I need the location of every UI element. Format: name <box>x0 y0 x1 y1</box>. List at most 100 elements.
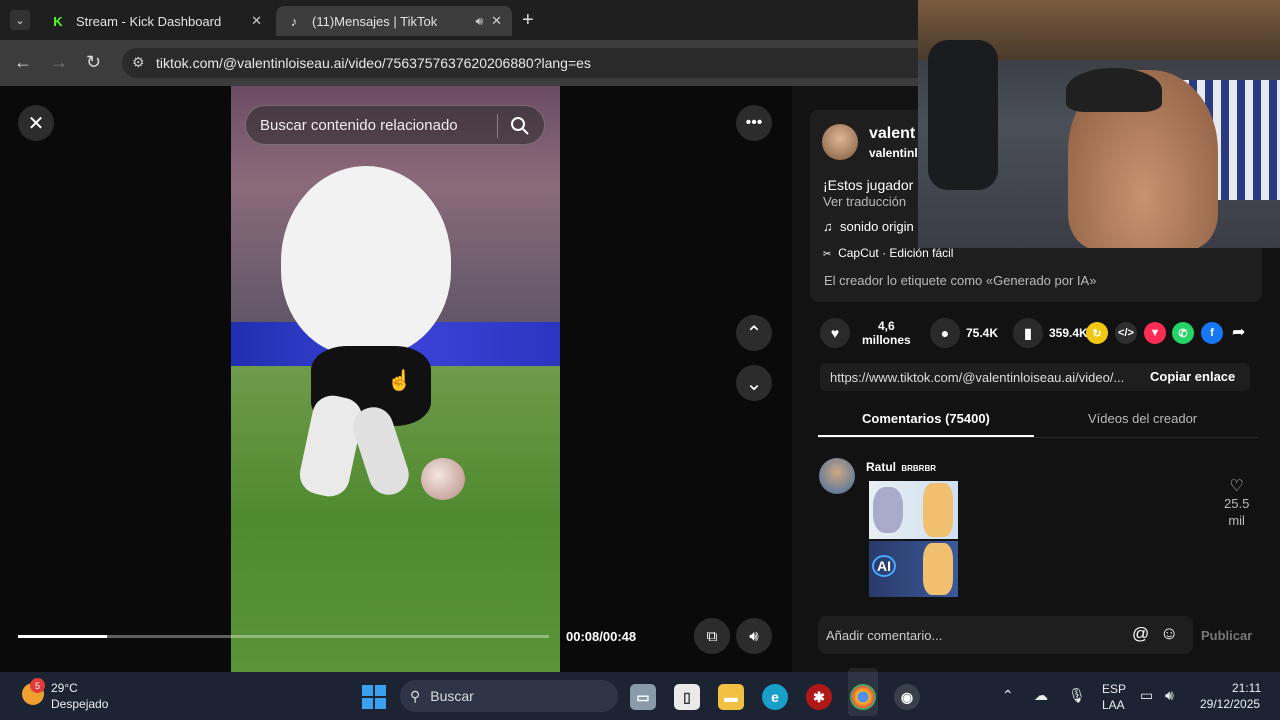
tab-search-icon[interactable]: ⌄ <box>10 10 30 30</box>
commenter-avatar[interactable] <box>819 458 855 494</box>
repost-icon[interactable]: ↻ <box>1086 322 1108 344</box>
sticker-fred <box>923 483 953 537</box>
sound-label: sonido origin <box>839 219 914 234</box>
forward-icon[interactable]: → <box>50 52 68 73</box>
network-icon[interactable]: ▭ <box>1140 687 1153 704</box>
like-count-line: 4,6 <box>878 319 895 333</box>
clock-date[interactable]: 29/12/2025 <box>1200 697 1260 711</box>
tab-title: (11)Mensajes | TikTok <box>312 13 438 29</box>
search-icon[interactable] <box>510 116 530 136</box>
tab-tiktok[interactable]: ♪ (11)Mensajes | TikTok 🔊︎ ✕ <box>276 6 512 36</box>
url-field[interactable]: ⚙ tiktok.com/@valentinloiseau.ai/video/7… <box>122 48 918 78</box>
tray-expand-icon[interactable]: ⌃ <box>1002 687 1014 704</box>
sound-link[interactable]: ♫ sonido origin <box>823 219 914 234</box>
comment-like-button[interactable]: ♡ 25.5 mil <box>1224 478 1249 529</box>
clock-time[interactable]: 21:11 <box>1232 681 1261 695</box>
app-red-icon[interactable]: ✱ <box>806 684 832 710</box>
language-line1[interactable]: ESP <box>1102 682 1126 696</box>
previous-video-button[interactable]: ⌃ <box>736 315 772 351</box>
url-text: tiktok.com/@valentinloiseau.ai/video/756… <box>156 55 591 71</box>
send-icon[interactable]: ▼ <box>1144 322 1166 344</box>
active-tab-indicator <box>818 435 1034 437</box>
edge-icon[interactable]: e <box>762 684 788 710</box>
whatsapp-icon[interactable]: ✆ <box>1172 322 1194 344</box>
author-name[interactable]: valent <box>869 125 915 143</box>
author-avatar[interactable] <box>822 124 858 160</box>
hand-cursor-icon: ☝ <box>387 370 412 392</box>
pip-icon: ⧉ <box>706 627 718 645</box>
post-caption: ¡Estos jugador <box>823 177 914 193</box>
share-arrow-icon[interactable]: ➦ <box>1232 322 1245 342</box>
tab-title: Stream - Kick Dashboard <box>76 13 222 29</box>
back-icon[interactable]: ← <box>14 52 32 73</box>
microphone-icon[interactable]: 🎙︎ <box>1068 687 1086 704</box>
webcam-coat <box>928 40 998 190</box>
sticker-fred <box>923 543 953 595</box>
video-time: 00:08/00:48 <box>566 629 637 644</box>
close-icon[interactable]: ✕ <box>491 13 502 29</box>
like-button[interactable]: ♥ 4,6 millones <box>820 316 911 350</box>
close-icon[interactable]: ✕ <box>251 13 262 29</box>
taskbar-search-label: Buscar <box>430 688 474 704</box>
emoji-icon[interactable]: ☺ <box>1160 623 1178 644</box>
add-comment-input[interactable]: Añadir comentario... @ ☺ <box>818 616 1193 654</box>
windows-start-icon[interactable] <box>362 685 386 709</box>
reload-icon[interactable]: ↻ <box>86 52 101 73</box>
related-search-input[interactable]: Buscar contenido relacionado <box>245 105 545 145</box>
comment-bubble-icon: ● <box>930 318 960 348</box>
capcut-icon: ✂ <box>823 249 832 260</box>
file-icon[interactable]: ▯ <box>674 684 700 710</box>
mention-icon[interactable]: @ <box>1132 624 1149 644</box>
video-link-field[interactable]: https://www.tiktok.com/@valentinloiseau.… <box>820 363 1250 391</box>
copy-link-button[interactable]: Copiar enlace <box>1150 369 1235 384</box>
language-line2[interactable]: LAA <box>1102 698 1125 712</box>
audio-playing-icon[interactable]: 🔊︎ <box>476 14 484 29</box>
file-explorer-icon[interactable]: ▬ <box>718 684 744 710</box>
floating-player-button[interactable]: ⧉ <box>694 618 730 654</box>
cloud-icon[interactable]: ☁ <box>1034 687 1048 704</box>
commenter-badge: BRBRBR <box>901 464 937 473</box>
comment-placeholder: Añadir comentario... <box>826 627 943 643</box>
capcut-link[interactable]: ✂ CapCut · Edición fácil <box>823 246 953 260</box>
weather-temp[interactable]: 29°C <box>51 681 78 695</box>
next-video-button[interactable]: ⌄ <box>736 365 772 401</box>
tab-kick[interactable]: K Stream - Kick Dashboard ✕ <box>40 6 272 36</box>
site-settings-icon[interactable]: ⚙ <box>132 54 145 71</box>
windows-start-tile <box>362 698 373 709</box>
volume-button[interactable]: 🔊︎ <box>736 618 772 654</box>
taskbar-search[interactable]: ⚲ Buscar <box>400 680 618 712</box>
obs-icon[interactable]: ◉ <box>894 684 920 710</box>
video-player-figure <box>281 166 451 356</box>
task-view-icon[interactable]: ▭ <box>630 684 656 710</box>
heart-icon: ♥ <box>820 318 850 348</box>
tab-comments[interactable]: Comentarios (75400) <box>862 411 990 426</box>
webcam-cap <box>1066 68 1162 112</box>
video-progress-fill <box>18 635 107 638</box>
comment-count: 75.4K <box>966 326 999 340</box>
windows-start-tile <box>375 698 386 709</box>
close-video-button[interactable]: ✕ <box>18 105 54 141</box>
video-progress-bar[interactable] <box>18 635 549 638</box>
like-count: 4,6 millones <box>862 319 911 347</box>
music-note-icon: ♫ <box>823 219 833 234</box>
publish-button[interactable]: Publicar <box>1201 628 1252 643</box>
video-ball <box>421 458 465 500</box>
save-button[interactable]: ▮ 359.4K <box>1013 316 1088 350</box>
more-options-button[interactable]: ••• <box>736 105 772 141</box>
facebook-icon[interactable]: f <box>1201 322 1223 344</box>
comment-sticker-top <box>869 481 958 539</box>
speaker-icon[interactable]: 🔊︎ <box>1165 687 1174 704</box>
weather-desc[interactable]: Despejado <box>51 697 108 711</box>
sticker-ghost <box>873 487 903 533</box>
comment-button[interactable]: ● 75.4K <box>930 316 998 350</box>
new-tab-button[interactable]: + <box>522 9 534 32</box>
tab-creator-videos[interactable]: Vídeos del creador <box>1088 411 1197 426</box>
commenter-name[interactable]: Ratul BRBRBR <box>866 460 936 474</box>
embed-icon[interactable]: </> <box>1115 322 1137 344</box>
chevron-down-icon: ⌄ <box>745 372 763 395</box>
chrome-active-highlight <box>848 668 878 716</box>
author-handle[interactable]: valentinl <box>869 146 918 160</box>
translate-link[interactable]: Ver traducción <box>823 194 906 209</box>
video-player[interactable]: ☝ <box>231 86 560 672</box>
capcut-label: CapCut · Edición fácil <box>838 246 954 260</box>
